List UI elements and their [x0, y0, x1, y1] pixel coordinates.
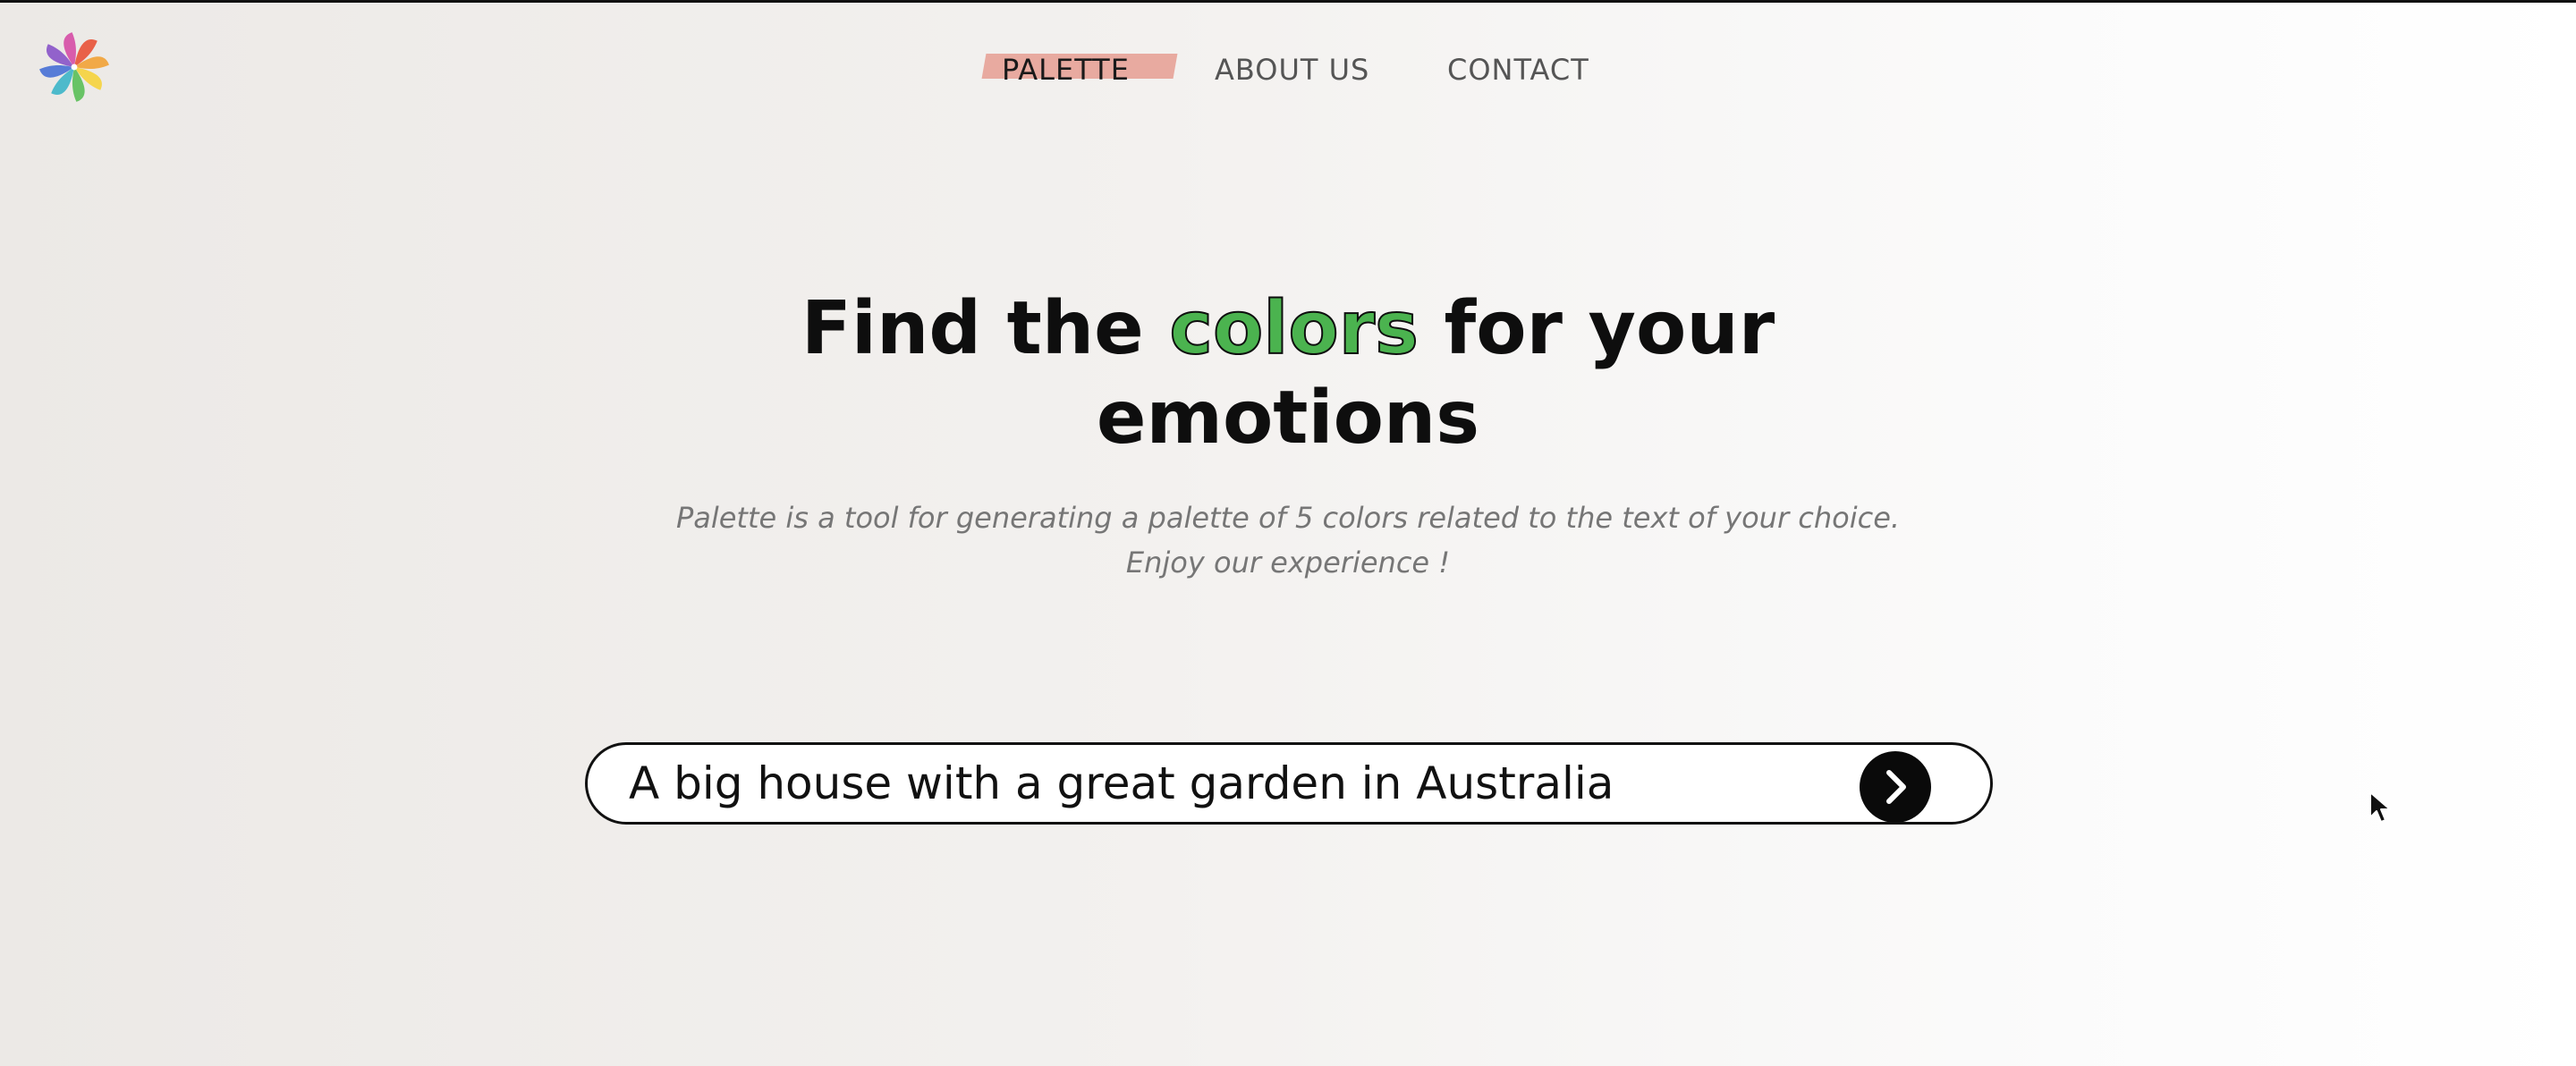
search-bar: [585, 742, 1993, 825]
hero-title: Find the colors for your emotions: [0, 284, 2576, 463]
nav-item-about-us[interactable]: ABOUT US: [1215, 43, 1369, 97]
hero-title-end: for your: [1418, 286, 1775, 371]
submit-button[interactable]: [1860, 751, 1931, 823]
top-nav: PALETTE ABOUT US CONTACT: [0, 43, 2576, 97]
mouse-cursor-icon: [2368, 791, 2392, 825]
subtitle-line2: Enjoy our experience !: [1125, 546, 1451, 580]
hero-title-line2: emotions: [1096, 376, 1480, 461]
nav-item-palette[interactable]: PALETTE: [1002, 43, 1130, 97]
chevron-right-icon: [1886, 770, 1906, 804]
hero-title-start: Find the: [801, 286, 1170, 371]
subtitle: Palette is a tool for generating a palet…: [0, 495, 2576, 585]
top-border: [0, 0, 2576, 3]
search-input[interactable]: [629, 745, 1836, 822]
subtitle-line1: Palette is a tool for generating a palet…: [675, 501, 1901, 535]
hero-title-colored-word: colors: [1168, 285, 1419, 372]
nav-item-contact[interactable]: CONTACT: [1447, 43, 1589, 97]
